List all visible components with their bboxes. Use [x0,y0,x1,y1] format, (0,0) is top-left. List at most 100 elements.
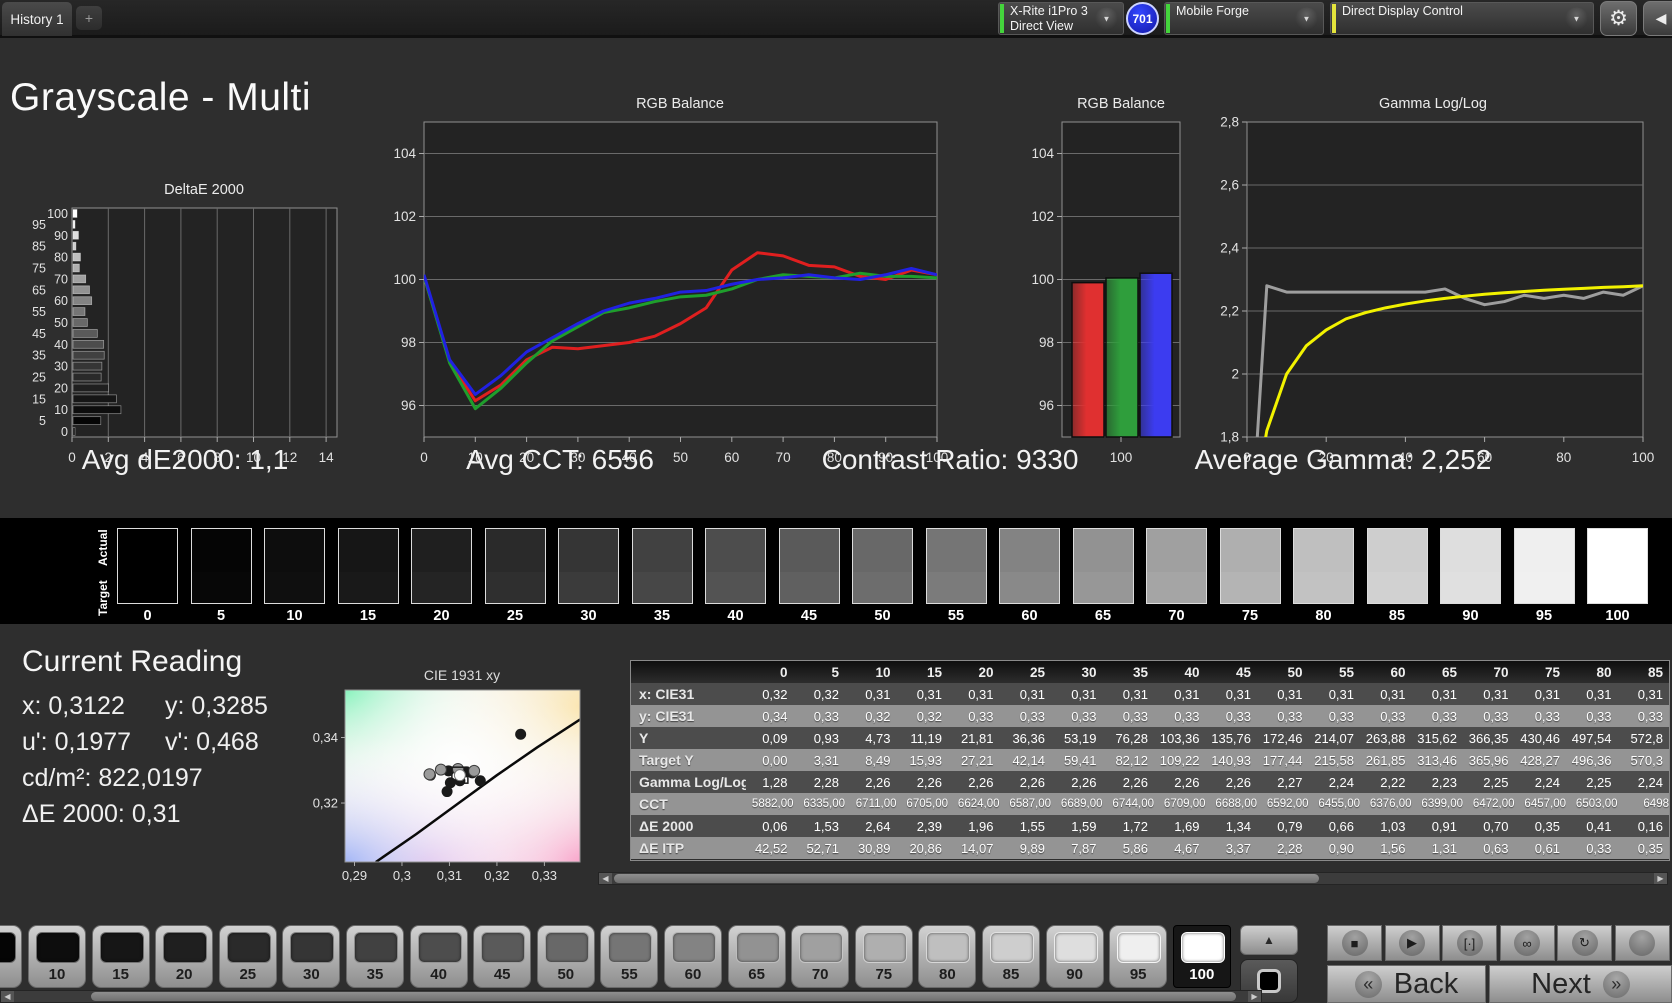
table-scrollbar-thumb[interactable] [614,874,1319,883]
pattern-level-button-65[interactable]: 65 [728,925,786,988]
table-scrollbar[interactable]: ◀ ▶ [598,872,1668,885]
table-cell: 0,79 [1261,815,1313,837]
pattern-level-button-40[interactable]: 40 [410,925,468,988]
reading-row: u': 0,1977v': 0,468 [22,724,308,760]
back-button[interactable]: « Back [1327,965,1486,1003]
pattern-level-button-100[interactable]: 100 [1173,925,1231,988]
pattern-level-button-85[interactable]: 85 [982,925,1040,988]
scroll-left-icon[interactable]: ◀ [1,991,14,1002]
grayscale-swatch-20 [411,528,472,604]
meter-dropdown[interactable]: X-Rite i1Pro 3 Direct View ▼ [998,2,1124,35]
swatch-actual [559,529,618,572]
pattern-up-button[interactable]: ▲ [1240,925,1298,955]
collapse-panel-button[interactable]: ◀ [1643,1,1672,36]
table-cell: 497,54 [1570,727,1622,749]
grayscale-swatch-55 [926,528,987,604]
strip-level-label: 90 [1440,608,1501,624]
pattern-level-label: 10 [29,966,85,983]
swatch-actual [1515,529,1574,572]
pattern-level-button-35[interactable]: 35 [346,925,404,988]
settings-button[interactable]: ⚙ [1600,1,1637,36]
tab-history-1[interactable]: History 1 [2,2,72,36]
chevrons-right-icon: » [1603,971,1630,998]
step-button[interactable]: [·] [1442,925,1497,961]
add-tab-button[interactable]: + [76,6,102,30]
blank-button[interactable] [1615,925,1670,961]
pattern-scrollbar-thumb[interactable] [91,992,1236,1001]
pattern-level-button-60[interactable]: 60 [664,925,722,988]
pattern-level-label: 40 [411,966,467,983]
swatch-target [1147,572,1206,603]
table-row-label: x: CIE31 [631,683,746,705]
table-row-label: ΔE 2000 [631,815,746,837]
table-cell: 36,36 [1004,727,1056,749]
strip-row-label-target: Target [96,574,114,622]
next-button-label: Next [1531,968,1591,1001]
table-cell: 6376,00 [1364,793,1416,815]
grayscale-swatch-5 [191,528,252,604]
pattern-level-button-5[interactable]: 5 [0,925,22,988]
pattern-level-button-80[interactable]: 80 [918,925,976,988]
pattern-level-label: 30 [283,966,339,983]
meter-status-badge[interactable]: 701 [1126,2,1159,35]
pattern-level-swatch [290,932,334,963]
table-cell: 52,71 [798,837,850,859]
pattern-level-button-15[interactable]: 15 [92,925,150,988]
svg-text:25: 25 [32,371,46,385]
pattern-level-button-30[interactable]: 30 [282,925,340,988]
pattern-level-label: 70 [792,966,848,983]
pattern-level-button-75[interactable]: 75 [855,925,913,988]
strip-level-label: 15 [338,608,399,624]
table-cell: 0,33 [1416,705,1468,727]
table-cell: 109,22 [1158,749,1210,771]
meter-mode: Direct View [1010,19,1088,34]
table-cell: 2,25 [1467,771,1519,793]
svg-text:2,6: 2,6 [1220,178,1239,193]
strip-level-label: 5 [191,608,252,624]
table-col-header: 85 [1622,661,1671,683]
loop-infinite-button[interactable]: ∞ [1500,925,1555,961]
scroll-right-icon[interactable]: ▶ [1654,873,1667,884]
next-button[interactable]: Next » [1489,965,1672,1003]
pattern-level-button-90[interactable]: 90 [1046,925,1104,988]
play-icon: ▶ [1399,930,1425,956]
table-cell: 0,35 [1622,837,1671,859]
table-row: Gamma Log/Log1,282,282,262,262,262,262,2… [631,771,1670,793]
pattern-level-button-95[interactable]: 95 [1109,925,1167,988]
strip-level-label: 95 [1514,608,1575,624]
pattern-level-button-25[interactable]: 25 [219,925,277,988]
grayscale-swatch-100 [1587,528,1648,604]
svg-text:0,31: 0,31 [437,868,462,883]
display-control-dropdown[interactable]: Direct Display Control ▼ [1330,2,1594,35]
pattern-level-button-10[interactable]: 10 [28,925,86,988]
pattern-level-button-55[interactable]: 55 [600,925,658,988]
table-col-header: 40 [1158,661,1210,683]
refresh-button[interactable]: ↻ [1557,925,1612,961]
reading-row: x: 0,3122y: 0,3285 [22,688,308,724]
table-cell: 5882,00 [746,793,798,815]
stop-button[interactable]: ■ [1327,925,1382,961]
strip-level-label: 70 [1146,608,1207,624]
table-cell: 0,93 [798,727,850,749]
table-row: ΔE ITP42,5252,7130,8920,8614,079,897,875… [631,837,1670,859]
grayscale-swatch-75 [1220,528,1281,604]
pattern-level-button-70[interactable]: 70 [791,925,849,988]
pattern-level-button-45[interactable]: 45 [473,925,531,988]
pattern-level-label: 90 [1047,966,1103,983]
table-cell: 0,09 [746,727,798,749]
table-cell: 0,06 [746,815,798,837]
pattern-source-dropdown[interactable]: Mobile Forge ▼ [1164,2,1324,35]
table-cell: 140,93 [1210,749,1262,771]
refresh-icon: ↻ [1572,930,1598,956]
pattern-level-button-50[interactable]: 50 [537,925,595,988]
grayscale-swatch-0 [117,528,178,604]
pattern-scrollbar[interactable]: ◀ ▶ [0,990,1262,1003]
play-button[interactable]: ▶ [1385,925,1440,961]
svg-text:0,29: 0,29 [342,868,367,883]
pattern-level-label: 45 [474,966,530,983]
scroll-right-icon[interactable]: ▶ [1248,991,1261,1002]
pattern-level-button-20[interactable]: 20 [155,925,213,988]
table-cell: 6688,00 [1210,793,1262,815]
scroll-left-icon[interactable]: ◀ [599,873,612,884]
table-cell: 263,88 [1364,727,1416,749]
